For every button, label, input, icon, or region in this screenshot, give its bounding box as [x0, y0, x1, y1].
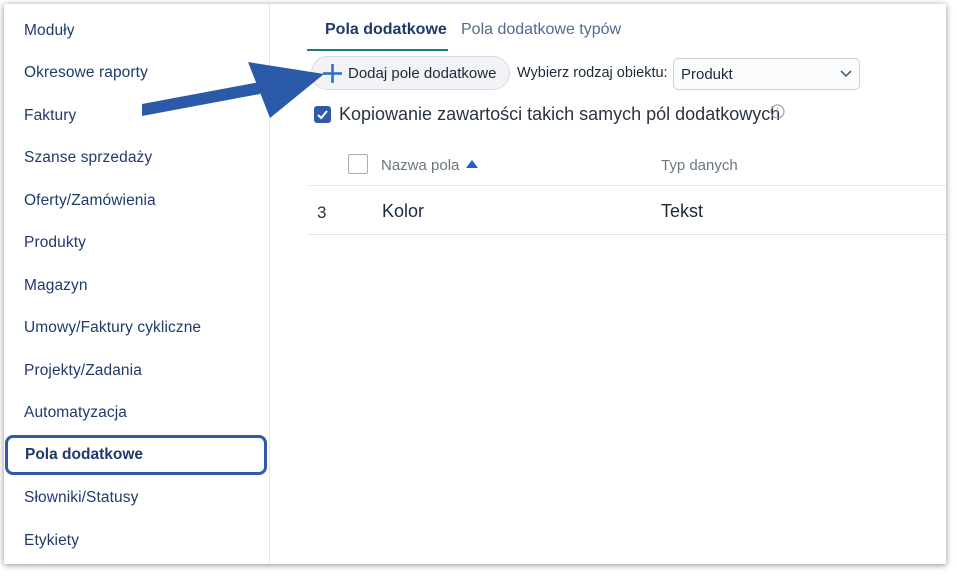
table-row[interactable]: 3 Kolor Tekst [307, 186, 946, 235]
row-data-type: Tekst [661, 201, 704, 221]
sidebar-item-moduly[interactable]: Moduły [24, 22, 75, 40]
object-type-label: Wybierz rodzaj obiektu: [517, 65, 668, 81]
chevron-down-icon [840, 70, 852, 78]
object-type-select[interactable]: Produkt [673, 58, 860, 90]
arrow-annotation-icon [142, 62, 324, 118]
sidebar-item-etykiety[interactable]: Etykiety [24, 532, 79, 550]
active-tab-indicator [307, 49, 448, 51]
info-icon[interactable] [770, 104, 785, 119]
table-header: Nazwa pola Typ danych [307, 144, 946, 186]
select-all-checkbox[interactable] [348, 154, 368, 174]
column-header-nazwa-pola[interactable]: Nazwa pola [381, 157, 459, 174]
sidebar-item-szanse-sprzedazy[interactable]: Szanse sprzedaży [24, 149, 152, 167]
sidebar-item-label: Pola dodatkowe [25, 446, 143, 463]
add-field-button[interactable]: Dodaj pole dodatkowe [311, 56, 510, 90]
window: Moduły Okresowe raporty Faktury Szanse s… [4, 4, 946, 564]
sidebar-item-okresowe-raporty[interactable]: Okresowe raporty [24, 64, 148, 82]
sidebar-item-automatyzacja[interactable]: Automatyzacja [24, 404, 127, 422]
sidebar-item-projekty-zadania[interactable]: Projekty/Zadania [24, 362, 142, 380]
sidebar-item-faktury[interactable]: Faktury [24, 107, 76, 125]
sidebar-item-pola-dodatkowe[interactable]: Pola dodatkowe [5, 435, 267, 475]
column-header-typ-danych: Typ danych [661, 157, 738, 174]
tab-pola-dodatkowe-typow[interactable]: Pola dodatkowe typów [461, 21, 621, 39]
sidebar-item-magazyn[interactable]: Magazyn [24, 277, 88, 295]
sidebar-item-slowniki-statusy[interactable]: Słowniki/Statusy [24, 489, 138, 507]
tab-pola-dodatkowe[interactable]: Pola dodatkowe [325, 21, 447, 39]
copy-option-label: Kopiowanie zawartości takich samych pól … [339, 104, 781, 124]
sidebar-item-umowy-faktury-cykliczne[interactable]: Umowy/Faktury cykliczne [24, 319, 201, 337]
add-field-button-label: Dodaj pole dodatkowe [348, 65, 497, 82]
row-id: 3 [317, 203, 327, 222]
row-field-name: Kolor [382, 201, 425, 221]
sidebar-item-produkty[interactable]: Produkty [24, 234, 86, 252]
object-type-value: Produkt [681, 66, 733, 83]
sidebar-item-oferty-zamowienia[interactable]: Oferty/Zamówienia [24, 192, 156, 210]
sort-ascending-icon[interactable] [465, 159, 479, 169]
